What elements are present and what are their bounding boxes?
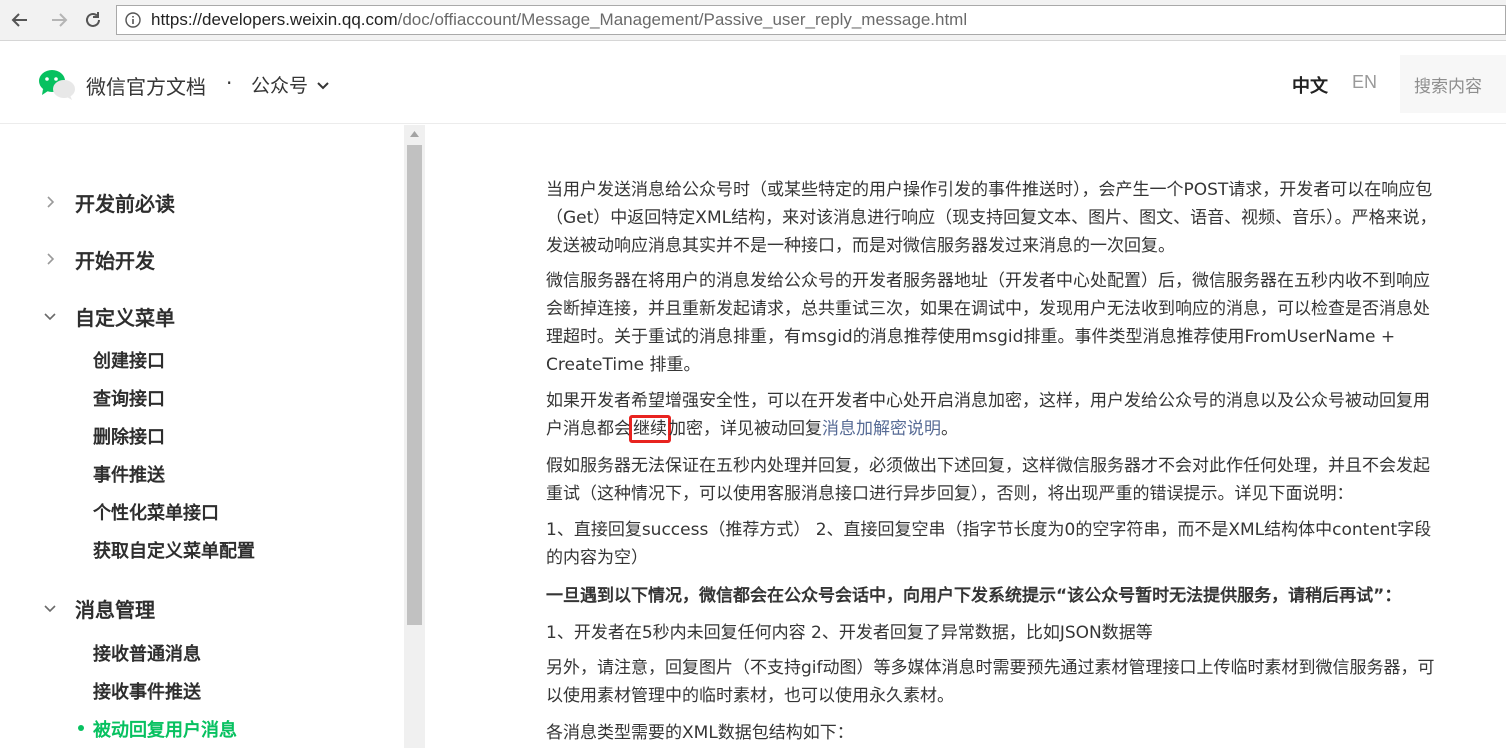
back-button[interactable] [6, 6, 34, 34]
sidebar-group-start-dev[interactable]: 开始开发 [0, 239, 404, 279]
forward-icon [52, 13, 68, 27]
site-header: 微信官方文档 · 公众号 中文 EN 搜索内容 [0, 41, 1506, 124]
sidebar-group-label: 开始开发 [75, 248, 155, 273]
content-paragraph: 当用户发送消息给公众号时（或某些特定的用户操作引发的事件推送时），会产生一个PO… [546, 180, 1437, 256]
product-label: 公众号 [251, 75, 309, 97]
scrollbar-thumb[interactable] [407, 145, 422, 625]
sidebar-item-delete-api[interactable]: 删除接口 [93, 423, 165, 449]
lang-zh-link[interactable]: 中文 [1292, 72, 1328, 98]
sidebar-group-label: 开发前必读 [75, 191, 175, 216]
lang-en-link[interactable]: EN [1352, 72, 1377, 93]
chevron-right-icon [47, 253, 55, 265]
reload-icon [86, 12, 100, 27]
url-text[interactable]: https://developers.weixin.qq.com/doc/off… [151, 10, 967, 30]
search-placeholder: 搜索内容 [1414, 76, 1482, 97]
sidebar-scrollbar[interactable] [404, 125, 425, 748]
chevron-right-icon [47, 196, 55, 208]
sidebar-item-event-push[interactable]: 事件推送 [93, 461, 165, 487]
content-paragraph: 1、开发者在5秒内未回复任何内容 2、开发者回复了异常数据，比如JSON数据等 [546, 623, 1153, 643]
forward-button[interactable] [45, 6, 73, 34]
scroll-up-arrow-icon[interactable] [404, 125, 425, 143]
chevron-down-icon [44, 605, 56, 613]
sidebar-item-receive-event-push[interactable]: 接收事件推送 [93, 678, 201, 704]
content-paragraph-encryption: 如果开发者希望增强安全性，可以在开发者中心处开启消息加密，这样，用户发给公众号的… [546, 387, 1440, 443]
sidebar-item-create-api[interactable]: 创建接口 [93, 347, 165, 373]
highlighted-word: 继续 [629, 415, 671, 443]
reload-button[interactable] [79, 6, 107, 34]
sidebar-item-query-api[interactable]: 查询接口 [93, 385, 165, 411]
sidebar-item-personalized-menu[interactable]: 个性化菜单接口 [93, 499, 219, 525]
chevron-down-icon [317, 81, 329, 89]
content-paragraph: 各消息类型需要的XML数据包结构如下： [546, 723, 854, 743]
url-path: /doc/offiaccount/Message_Management/Pass… [397, 10, 968, 29]
site-title[interactable]: 微信官方文档 [86, 71, 206, 100]
content-paragraph: 另外，请注意，回复图片（不支持gif动图）等多媒体消息时需要预先通过素材管理接口… [546, 658, 1435, 706]
sidebar-nav: 开发前必读 开始开发 自定义菜单 创建接口 查询接口 删除接口 事件推送 个性化… [0, 125, 404, 748]
url-host: https://developers.weixin.qq.com [151, 10, 398, 29]
browser-toolbar: https://developers.weixin.qq.com/doc/off… [0, 0, 1506, 41]
info-icon[interactable] [123, 10, 143, 30]
back-icon [11, 13, 27, 27]
sidebar-group-message-management[interactable]: 消息管理 [0, 588, 404, 628]
sidebar-item-receive-normal-message[interactable]: 接收普通消息 [93, 640, 201, 666]
address-bar[interactable]: https://developers.weixin.qq.com/doc/off… [116, 5, 1506, 35]
chevron-down-icon [44, 313, 56, 321]
sidebar-item-passive-reply[interactable]: 被动回复用户消息 [93, 716, 237, 742]
sidebar-group-before-dev[interactable]: 开发前必读 [0, 182, 404, 222]
content-paragraph-bold: 一旦遇到以下情况，微信都会在公众号会话中，向用户下发系统提示“该公众号暂时无法提… [546, 586, 1402, 606]
paragraph-text: 加密，详见被动回复 [669, 419, 822, 439]
active-indicator-dot [78, 725, 84, 731]
sidebar-group-label: 自定义菜单 [75, 305, 175, 330]
sidebar-group-custom-menu[interactable]: 自定义菜单 [0, 296, 404, 336]
encryption-doc-link[interactable]: 消息加解密说明 [822, 419, 941, 439]
doc-content: 当用户发送消息给公众号时（或某些特定的用户操作引发的事件推送时），会产生一个PO… [546, 125, 1446, 748]
paragraph-text: 。 [941, 419, 958, 439]
sidebar-group-label: 消息管理 [75, 597, 155, 622]
content-paragraph: 1、直接回复success（推荐方式） 2、直接回复空串（指字节长度为0的空字符… [546, 520, 1432, 568]
wechat-logo-icon[interactable] [37, 67, 77, 101]
search-input[interactable]: 搜索内容 [1400, 55, 1506, 113]
sidebar-item-get-menu-config[interactable]: 获取自定义菜单配置 [93, 537, 255, 563]
title-separator: · [226, 71, 233, 95]
content-paragraph: 假如服务器无法保证在五秒内处理并回复，必须做出下述回复，这样微信服务器才不会对此… [546, 456, 1430, 504]
content-paragraph: 微信服务器在将用户的消息发给公众号的开发者服务器地址（开发者中心处配置）后，微信… [546, 271, 1430, 375]
product-switcher[interactable]: 公众号 [251, 71, 330, 98]
